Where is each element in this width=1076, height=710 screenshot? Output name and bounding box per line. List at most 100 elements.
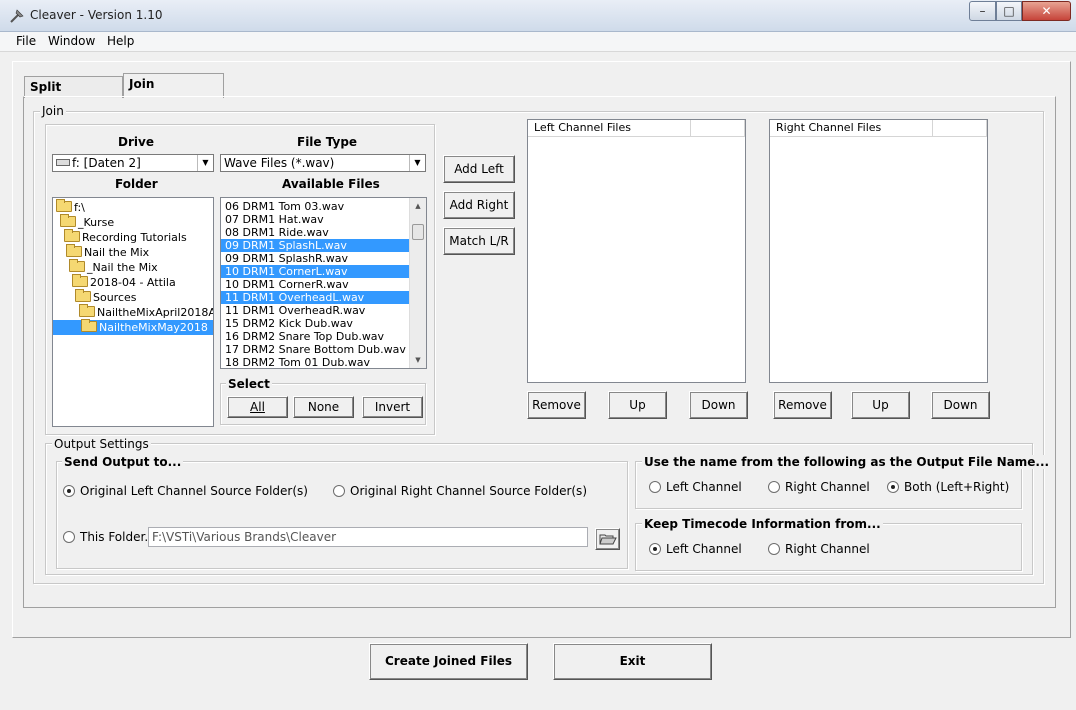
file-type-select[interactable]: Wave Files (*.wav) ▼	[220, 154, 426, 172]
folder-open-icon	[81, 319, 97, 332]
folder-open-icon	[69, 259, 85, 272]
radio-left-source-folder[interactable]: Original Left Channel Source Folder(s)	[63, 484, 308, 498]
radio-timecode-left[interactable]: Left Channel	[649, 542, 742, 556]
radio-right-source-folder[interactable]: Original Right Channel Source Folder(s)	[333, 484, 587, 498]
tree-item[interactable]: f:\	[56, 199, 85, 215]
tab-split[interactable]: Split	[24, 76, 123, 98]
file-item[interactable]: 18 DRM2 Tom 01 Dub.wav	[221, 356, 409, 368]
radio-selected-icon	[63, 485, 75, 497]
send-output-group	[56, 461, 628, 569]
radio-name-both[interactable]: Both (Left+Right)	[887, 480, 1009, 494]
select-all-button[interactable]: All	[227, 396, 288, 418]
output-settings-title: Output Settings	[52, 437, 151, 451]
chevron-down-icon[interactable]: ▼	[197, 155, 213, 171]
exit-button[interactable]: Exit	[553, 643, 712, 680]
left-extra-column-header[interactable]	[691, 120, 745, 137]
right-down-button[interactable]: Down	[931, 391, 990, 419]
folder-tree[interactable]: f:\ _Kurse Recording Tutorials Nail the …	[52, 197, 214, 427]
menu-window[interactable]: Window	[48, 34, 95, 48]
right-channel-column-header[interactable]: Right Channel Files	[770, 120, 933, 137]
menu-help[interactable]: Help	[107, 34, 134, 48]
drive-select[interactable]: f: [Daten 2] ▼	[52, 154, 214, 172]
file-item[interactable]: 11 DRM1 OverheadR.wav	[221, 304, 409, 317]
right-remove-button[interactable]: Remove	[773, 391, 832, 419]
join-group-title: Join	[40, 104, 66, 118]
menu-file[interactable]: File	[16, 34, 36, 48]
left-channel-list[interactable]: Left Channel Files	[527, 119, 746, 383]
file-item[interactable]: 15 DRM2 Kick Dub.wav	[221, 317, 409, 330]
folder-open-icon	[64, 229, 80, 242]
left-up-button[interactable]: Up	[608, 391, 667, 419]
file-type-label: File Type	[297, 135, 358, 149]
chevron-down-icon[interactable]: ▼	[409, 155, 425, 171]
radio-selected-icon	[887, 481, 899, 493]
folder-open-icon	[56, 199, 72, 212]
file-item[interactable]: 07 DRM1 Hat.wav	[221, 213, 409, 226]
tree-item[interactable]: 2018-04 - Attila	[72, 274, 176, 290]
select-group-title: Select	[226, 377, 272, 391]
file-item-selected[interactable]: 10 DRM1 CornerL.wav	[221, 265, 409, 278]
left-list-header: Left Channel Files	[528, 120, 745, 137]
file-item[interactable]: 06 DRM1 Tom 03.wav	[221, 200, 409, 213]
send-output-title: Send Output to...	[62, 455, 184, 469]
match-lr-button[interactable]: Match L/R	[443, 227, 515, 255]
minimize-button[interactable]: –	[969, 1, 996, 21]
left-channel-column-header[interactable]: Left Channel Files	[528, 120, 691, 137]
close-button[interactable]: ✕	[1022, 1, 1071, 21]
tree-item[interactable]: Recording Tutorials	[64, 229, 187, 245]
file-item[interactable]: 08 DRM1 Ride.wav	[221, 226, 409, 239]
left-remove-button[interactable]: Remove	[527, 391, 586, 419]
file-type-value: Wave Files (*.wav)	[224, 156, 335, 170]
maximize-button[interactable]: □	[996, 1, 1022, 21]
folder-open-icon	[60, 214, 76, 227]
available-files-label: Available Files	[282, 177, 380, 191]
folder-open-icon	[79, 304, 95, 317]
output-folder-field[interactable]: F:\VSTi\Various Brands\Cleaver	[148, 527, 588, 547]
file-item[interactable]: 16 DRM2 Snare Top Dub.wav	[221, 330, 409, 343]
tab-join[interactable]: Join	[123, 73, 224, 98]
folder-open-icon	[66, 244, 82, 257]
available-files-list[interactable]: 06 DRM1 Tom 03.wav 07 DRM1 Hat.wav 08 DR…	[220, 197, 427, 369]
create-joined-files-button[interactable]: Create Joined Files	[369, 643, 528, 680]
tree-item[interactable]: _Kurse	[60, 214, 114, 230]
files-scrollbar[interactable]: ▲ ▼	[409, 198, 426, 368]
window-title: Cleaver - Version 1.10	[30, 8, 163, 22]
drive-label: Drive	[118, 135, 154, 149]
right-list-header: Right Channel Files	[770, 120, 987, 137]
right-extra-column-header[interactable]	[933, 120, 987, 137]
scroll-down-icon[interactable]: ▼	[410, 352, 426, 368]
add-right-button[interactable]: Add Right	[443, 191, 515, 219]
tree-item[interactable]: _Nail the Mix	[69, 259, 158, 275]
right-up-button[interactable]: Up	[851, 391, 910, 419]
tree-item[interactable]: Nail the Mix	[66, 244, 149, 260]
scroll-thumb[interactable]	[412, 224, 424, 240]
radio-icon	[768, 543, 780, 555]
add-left-button[interactable]: Add Left	[443, 155, 515, 183]
right-channel-list[interactable]: Right Channel Files	[769, 119, 988, 383]
radio-timecode-right[interactable]: Right Channel	[768, 542, 870, 556]
scroll-up-icon[interactable]: ▲	[410, 198, 426, 214]
file-item[interactable]: 10 DRM1 CornerR.wav	[221, 278, 409, 291]
radio-name-left[interactable]: Left Channel	[649, 480, 742, 494]
radio-name-right[interactable]: Right Channel	[768, 480, 870, 494]
file-item[interactable]: 09 DRM1 SplashR.wav	[221, 252, 409, 265]
file-item-selected[interactable]: 09 DRM1 SplashL.wav	[221, 239, 409, 252]
radio-icon	[649, 481, 661, 493]
file-item[interactable]: 17 DRM2 Snare Bottom Dub.wav	[221, 343, 409, 356]
folder-open-icon	[72, 274, 88, 287]
left-down-button[interactable]: Down	[689, 391, 748, 419]
folder-label: Folder	[115, 177, 158, 191]
browse-folder-button[interactable]	[595, 528, 620, 550]
radio-this-folder[interactable]: This Folder...	[63, 530, 156, 544]
cleaver-app-icon	[10, 9, 24, 23]
tree-item-selected[interactable]: NailtheMixMay2018	[53, 319, 213, 335]
tree-item[interactable]: NailtheMixApril2018Attila	[79, 304, 213, 320]
tree-item[interactable]: Sources	[75, 289, 137, 305]
select-none-button[interactable]: None	[293, 396, 354, 418]
radio-selected-icon	[649, 543, 661, 555]
drive-icon	[56, 159, 70, 166]
select-invert-button[interactable]: Invert	[362, 396, 423, 418]
file-item-selected[interactable]: 11 DRM1 OverheadL.wav	[221, 291, 409, 304]
name-from-title: Use the name from the following as the O…	[642, 455, 1052, 469]
menu-bar: File Window Help	[0, 32, 1076, 52]
